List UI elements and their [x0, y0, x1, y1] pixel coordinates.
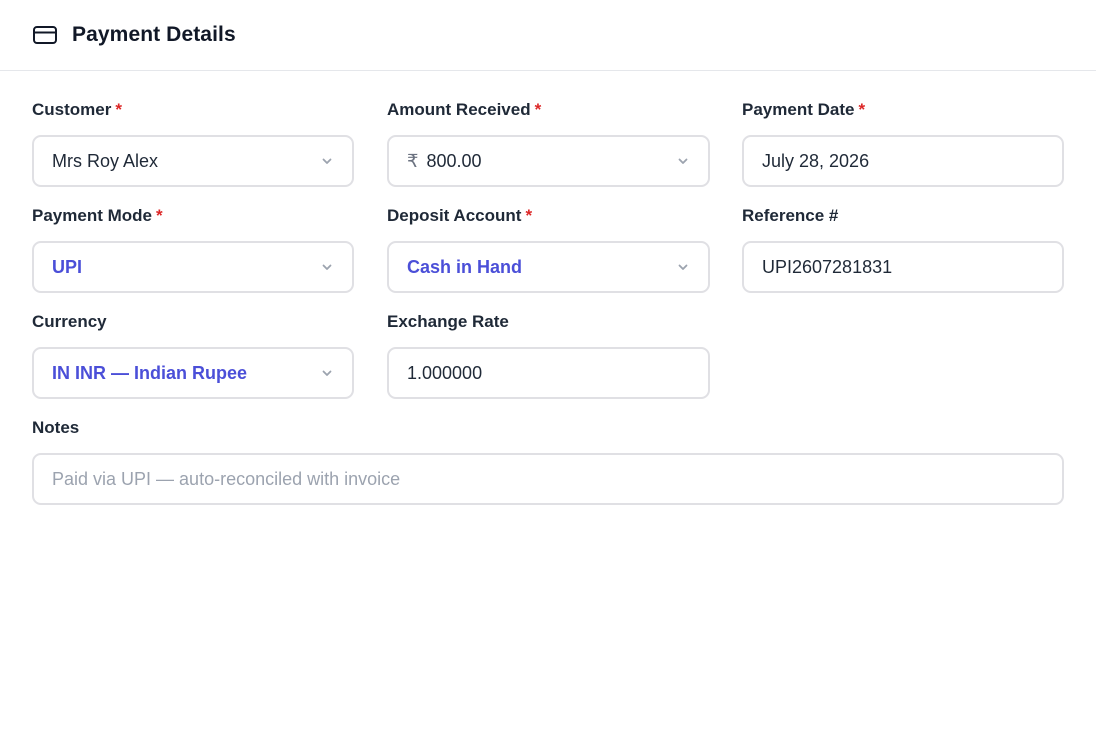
required-marker: * — [858, 100, 866, 119]
chevron-down-icon — [320, 262, 334, 272]
currency-select[interactable]: IN INR — Indian Rupee — [32, 347, 354, 399]
reference-input[interactable]: UPI2607281831 — [742, 241, 1064, 293]
currency-label: Currency — [32, 312, 107, 331]
deposit-account-value: Cash in Hand — [407, 256, 523, 277]
customer-value: Mrs Roy Alex — [52, 150, 159, 171]
customer-select[interactable]: Mrs Roy Alex — [32, 135, 354, 187]
reference-value: UPI2607281831 — [762, 256, 893, 277]
chevron-down-icon — [676, 262, 690, 272]
currency-value: IN INR — Indian Rupee — [52, 362, 248, 383]
amount-received-input[interactable]: ₹ 800.00 — [387, 135, 710, 187]
reference-label: Reference # — [742, 206, 839, 225]
notes-placeholder: Paid via UPI — auto-reconciled with invo… — [52, 468, 401, 489]
notes-label: Notes — [32, 418, 80, 437]
exchange-rate-input[interactable]: 1.000000 — [387, 347, 710, 399]
amount-received-field: Amount Received * ₹ 800.00 — [387, 99, 710, 187]
amount-received-value: 800.00 — [426, 150, 482, 171]
section-title: Payment Details — [72, 23, 236, 46]
credit-card-icon — [33, 25, 57, 45]
payment-mode-field: Payment Mode * UPI — [32, 205, 354, 293]
section-header: Payment Details — [0, 0, 1096, 71]
exchange-rate-label: Exchange Rate — [387, 312, 509, 331]
customer-field: Customer * Mrs Roy Alex — [32, 99, 354, 187]
required-marker: * — [525, 206, 533, 225]
required-marker: * — [115, 100, 122, 119]
exchange-rate-value: 1.000000 — [407, 362, 483, 383]
deposit-account-field: Deposit Account * Cash in Hand — [387, 205, 710, 293]
payment-date-label: Payment Date * — [742, 100, 866, 119]
payment-mode-select[interactable]: UPI — [32, 241, 354, 293]
currency-field: Currency IN INR — Indian Rupee — [32, 311, 354, 399]
deposit-account-label: Deposit Account * — [387, 206, 533, 225]
payment-mode-label: Payment Mode * — [32, 206, 163, 225]
notes-input[interactable]: Paid via UPI — auto-reconciled with invo… — [32, 453, 1064, 505]
notes-field: Notes Paid via UPI — auto-reconciled wit… — [32, 417, 1064, 505]
customer-label: Customer * — [32, 100, 122, 119]
payment-mode-value: UPI — [52, 256, 83, 277]
payment-date-field: Payment Date * July 28, 2026 — [742, 99, 1064, 187]
chevron-down-icon — [676, 156, 690, 166]
payment-date-value: July 28, 2026 — [762, 150, 870, 171]
chevron-down-icon — [320, 156, 334, 166]
deposit-account-select[interactable]: Cash in Hand — [387, 241, 710, 293]
chevron-down-icon — [320, 368, 334, 378]
required-marker: * — [534, 100, 542, 119]
rupee-symbol: ₹ — [407, 150, 419, 171]
amount-received-label: Amount Received * — [387, 100, 542, 119]
required-marker: * — [155, 206, 163, 225]
exchange-rate-field: Exchange Rate 1.000000 — [387, 311, 710, 399]
payment-date-input[interactable]: July 28, 2026 — [742, 135, 1064, 187]
reference-field: Reference # UPI2607281831 — [742, 205, 1064, 293]
